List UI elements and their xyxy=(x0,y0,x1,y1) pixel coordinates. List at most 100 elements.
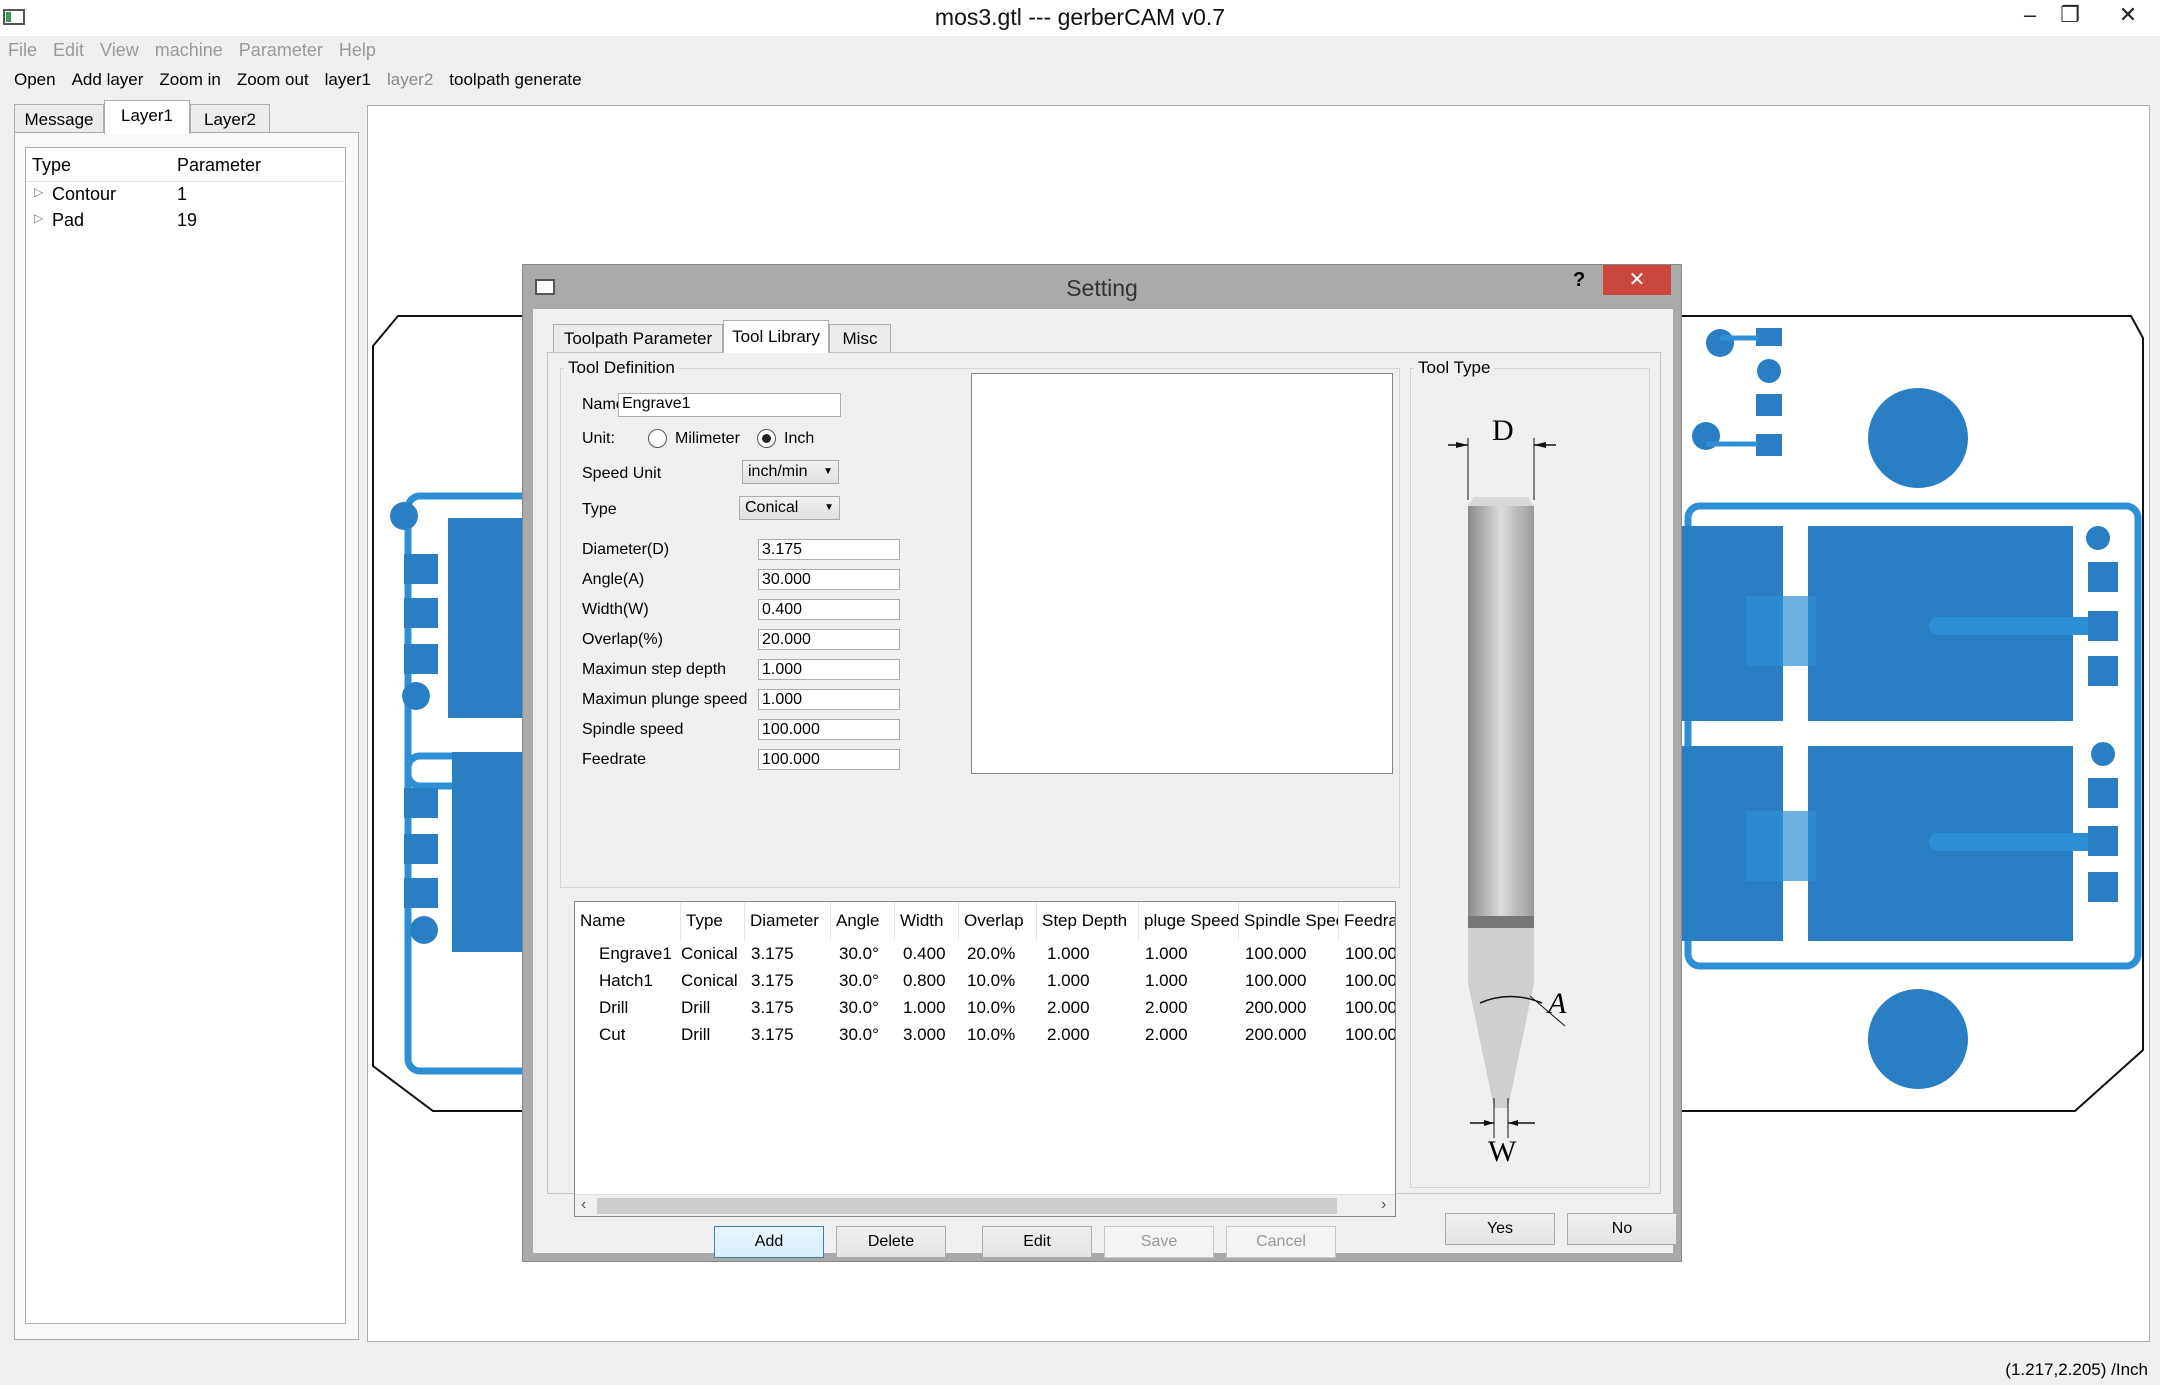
col-header-diameter[interactable]: Diameter xyxy=(745,902,831,940)
tree-row-pad[interactable]: ▷ Pad 19 xyxy=(26,208,345,234)
scroll-left-icon[interactable]: ‹ xyxy=(581,1196,586,1214)
layer-panel: Type Parameter ▷ Contour 1 ▷ Pad 19 xyxy=(14,132,359,1340)
col-header-name[interactable]: Name xyxy=(575,902,681,940)
pad xyxy=(404,878,438,908)
restore-button[interactable]: ❐ xyxy=(2050,0,2090,32)
tool-definition-label: Tool Definition xyxy=(564,358,679,378)
col-header-overlap[interactable]: Overlap xyxy=(959,902,1037,940)
menu-help[interactable]: Help xyxy=(331,36,384,61)
table-row[interactable]: Drill Drill 3.175 30.0° 1.000 10.0% 2.000 2.000… xyxy=(575,994,1395,1021)
table-cell: 200.000 xyxy=(1245,998,1307,1017)
minimize-button[interactable]: – xyxy=(2010,0,2050,32)
table-cell: Hatch1 xyxy=(599,971,653,990)
max-plunge-speed-input[interactable]: 1.000 xyxy=(758,689,900,710)
scrollbar-thumb[interactable] xyxy=(597,1198,1337,1214)
feedrate-input[interactable]: 100.000 xyxy=(758,749,900,770)
table-cell: Cut xyxy=(599,1025,626,1044)
pad xyxy=(2088,611,2118,641)
speed-unit-label: Speed Unit xyxy=(582,465,662,482)
pad-circle xyxy=(410,916,438,944)
col-header-width[interactable]: Width xyxy=(895,902,959,940)
expand-arrow-icon[interactable]: ▷ xyxy=(34,211,43,225)
max-step-depth-input[interactable]: 1.000 xyxy=(758,659,900,680)
tab-message[interactable]: Message xyxy=(14,104,104,134)
table-row[interactable]: Engrave1 Conical 3.175 30.0° 0.400 20.0% 1.000… xyxy=(575,940,1395,967)
menu-file[interactable]: File xyxy=(0,36,45,61)
table-cell: 30.0° xyxy=(839,971,879,990)
table-cell: 3.175 xyxy=(751,971,794,990)
width-input[interactable]: 0.400 xyxy=(758,599,900,620)
edit-button[interactable]: Edit xyxy=(982,1226,1092,1258)
table-cell: 200.000 xyxy=(1245,1025,1307,1044)
speed-unit-select[interactable]: inch/min ▼ xyxy=(742,460,839,484)
col-header-step-depth[interactable]: Step Depth xyxy=(1037,902,1139,940)
pad xyxy=(1756,434,1782,456)
table-cell: 30.0° xyxy=(839,1025,879,1044)
table-cell: Drill xyxy=(681,1025,711,1044)
table-cell: 3.175 xyxy=(751,944,794,963)
feedrate-label: Feedrate xyxy=(582,751,647,768)
layer1-button[interactable]: layer1 xyxy=(317,64,379,90)
milimeter-radio[interactable] xyxy=(648,429,667,448)
table-cell: 1.000 xyxy=(903,998,946,1017)
horizontal-scrollbar[interactable]: ‹ › xyxy=(575,1194,1395,1216)
menu-parameter[interactable]: Parameter xyxy=(231,36,331,61)
col-header-angle[interactable]: Angle xyxy=(831,902,895,940)
diameter-input[interactable]: 3.175 xyxy=(758,539,900,560)
name-input[interactable]: Engrave1 xyxy=(618,393,841,417)
unit-label: Unit: xyxy=(582,430,615,447)
yes-button[interactable]: Yes xyxy=(1445,1213,1555,1245)
zoom-in-button[interactable]: Zoom in xyxy=(151,64,228,90)
add-layer-button[interactable]: Add layer xyxy=(64,64,152,90)
no-button[interactable]: No xyxy=(1567,1213,1677,1245)
zoom-out-button[interactable]: Zoom out xyxy=(229,64,317,90)
tree-header-type[interactable]: Type xyxy=(32,155,71,176)
cancel-button[interactable]: Cancel xyxy=(1226,1226,1336,1258)
scroll-right-icon[interactable]: › xyxy=(1381,1196,1386,1214)
angle-input[interactable]: 30.000 xyxy=(758,569,900,590)
col-header-feedrate[interactable]: Feedrate xyxy=(1339,902,1395,940)
toolpath-generate-button[interactable]: toolpath generate xyxy=(441,64,589,90)
pad-circle xyxy=(1757,359,1781,383)
table-cell: Conical xyxy=(681,971,738,990)
tab-toolpath-parameter[interactable]: Toolpath Parameter xyxy=(553,324,723,352)
pad xyxy=(1746,596,1816,666)
spindle-speed-input[interactable]: 100.000 xyxy=(758,719,900,740)
tab-misc[interactable]: Misc xyxy=(829,324,891,352)
dialog-close-button[interactable]: ✕ xyxy=(1603,265,1671,295)
add-button[interactable]: Add xyxy=(714,1226,824,1258)
type-select[interactable]: Conical ▼ xyxy=(739,496,840,520)
table-row[interactable]: Cut Drill 3.175 30.0° 3.000 10.0% 2.000 2.000 20… xyxy=(575,1021,1395,1048)
menu-view[interactable]: View xyxy=(92,36,147,61)
col-header-plunge-speed[interactable]: pluge Speed xyxy=(1139,902,1239,940)
tool-type-label: Tool Type xyxy=(1414,358,1495,378)
inch-radio[interactable] xyxy=(757,429,776,448)
open-button[interactable]: Open xyxy=(0,64,64,90)
tab-layer2[interactable]: Layer2 xyxy=(190,104,270,134)
table-cell: Conical xyxy=(681,944,738,963)
diameter-label-text: D xyxy=(1492,414,1514,447)
help-button[interactable]: ? xyxy=(1573,269,1585,292)
overlap-input[interactable]: 20.000 xyxy=(758,629,900,650)
table-cell: 0.800 xyxy=(903,971,946,990)
title-bar: mos3.gtl --- gerberCAM v0.7 – ❐ ✕ xyxy=(0,0,2160,36)
layer-tree[interactable]: Type Parameter ▷ Contour 1 ▷ Pad 19 xyxy=(25,147,346,1324)
table-row[interactable]: Hatch1 Conical 3.175 30.0° 0.800 10.0% 1.000 1.… xyxy=(575,967,1395,994)
table-cell: 3.175 xyxy=(751,998,794,1017)
tree-row-contour[interactable]: ▷ Contour 1 xyxy=(26,182,345,208)
menu-edit[interactable]: Edit xyxy=(45,36,92,61)
col-header-spindle-speed[interactable]: Spindle Speed xyxy=(1239,902,1339,940)
tab-layer1[interactable]: Layer1 xyxy=(104,100,190,134)
save-button[interactable]: Save xyxy=(1104,1226,1214,1258)
delete-button[interactable]: Delete xyxy=(836,1226,946,1258)
close-button[interactable]: ✕ xyxy=(2100,0,2156,32)
table-cell: 30.0° xyxy=(839,944,879,963)
tab-tool-library[interactable]: Tool Library xyxy=(723,320,829,353)
tool-table[interactable]: Name Type Diameter Angle Width Overlap S… xyxy=(574,901,1396,1217)
expand-arrow-icon[interactable]: ▷ xyxy=(34,185,43,199)
tree-header-parameter[interactable]: Parameter xyxy=(177,155,261,176)
layer2-button[interactable]: layer2 xyxy=(379,64,441,90)
menu-machine[interactable]: machine xyxy=(147,36,231,61)
col-header-type[interactable]: Type xyxy=(681,902,745,940)
pad xyxy=(1746,811,1816,881)
